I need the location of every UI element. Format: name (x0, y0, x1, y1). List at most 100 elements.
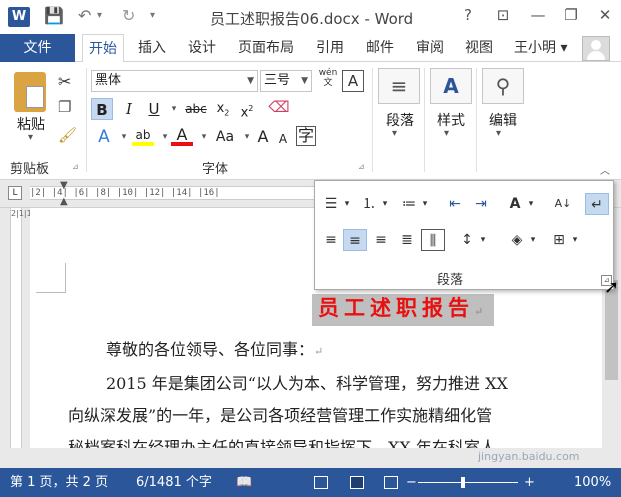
clear-formatting-icon[interactable]: ⌫ (268, 96, 290, 118)
avatar[interactable] (582, 36, 610, 61)
bullets-icon[interactable]: ☰ (319, 193, 343, 215)
zoom-slider-thumb[interactable] (461, 477, 465, 488)
numbering-icon[interactable]: ⒈ (357, 193, 381, 215)
text-direction-icon[interactable]: A (503, 193, 527, 215)
align-center-icon[interactable]: ≡ (343, 229, 367, 251)
minimize-button[interactable]: — (527, 6, 549, 24)
word-count[interactable]: 6/1481 个字 (136, 468, 212, 497)
shading-dropdown-icon[interactable]: ▾ (527, 229, 539, 251)
paragraph-greeting[interactable]: 尊敬的各位领导、各位同事：↵ (106, 336, 323, 360)
enclose-characters-icon[interactable]: 字 (296, 126, 316, 146)
increase-indent-icon[interactable]: ⇥ (469, 193, 493, 215)
zoom-slider[interactable] (418, 482, 518, 483)
bold-button[interactable]: B (91, 98, 113, 120)
web-layout-icon[interactable] (384, 476, 398, 489)
clipboard-launcher-icon[interactable]: ⊿ (72, 162, 79, 171)
styles-label[interactable]: 样式 (430, 110, 472, 130)
ribbon-display-button[interactable]: ⊡ (492, 6, 514, 24)
paragraph-line-2[interactable]: 向纵深发展”的一年，是公司各项经营管理工作实施精细化管 (68, 402, 492, 426)
bullets-dropdown-icon[interactable]: ▾ (341, 193, 353, 215)
paragraph-line-3[interactable]: 秘档案科在经理办主任的直接领导和指挥下，XX 年在科室人 (68, 434, 496, 448)
close-button[interactable]: ✕ (594, 6, 616, 24)
subscript-button[interactable]: x2 (212, 98, 234, 120)
underline-button[interactable]: U (143, 98, 165, 120)
borders-dropdown-icon[interactable]: ▾ (569, 229, 581, 251)
user-name[interactable]: 王小明 ▾ (514, 34, 567, 62)
restore-button[interactable]: ❐ (560, 6, 582, 24)
tab-references[interactable]: 引用 (316, 34, 344, 62)
distributed-icon[interactable]: ⫼ (421, 229, 445, 251)
proofing-icon[interactable]: 📖 (236, 468, 252, 497)
tab-review[interactable]: 审阅 (416, 34, 444, 62)
paragraph-label[interactable]: 段落 (380, 110, 420, 130)
collapse-ribbon-icon[interactable]: ︿ (600, 162, 610, 177)
paragraph-group-button[interactable]: ≡ (378, 68, 420, 104)
multilevel-dropdown-icon[interactable]: ▾ (419, 193, 431, 215)
paste-label[interactable]: 粘贴 (14, 114, 48, 134)
line-spacing-icon[interactable]: ↕ (455, 229, 479, 251)
zoom-in-button[interactable]: + (524, 468, 535, 497)
tab-home[interactable]: 开始 (82, 34, 124, 63)
tab-insert[interactable]: 插入 (138, 34, 166, 62)
numbering-dropdown-icon[interactable]: ▾ (379, 193, 391, 215)
text-direction-dropdown-icon[interactable]: ▾ (525, 193, 537, 215)
tab-mailings[interactable]: 邮件 (366, 34, 394, 62)
line-spacing-dropdown-icon[interactable]: ▾ (477, 229, 489, 251)
paste-icon[interactable] (14, 72, 46, 112)
read-mode-icon[interactable] (314, 476, 328, 489)
tab-file[interactable]: 文件 (0, 34, 75, 62)
page-count[interactable]: 第 1 页，共 2 页 (10, 468, 108, 497)
text-effects-icon[interactable]: A (93, 126, 115, 148)
superscript-button[interactable]: x2 (236, 98, 258, 120)
italic-button[interactable]: I (118, 98, 140, 120)
justify-icon[interactable]: ≣ (395, 229, 419, 251)
indent-marker-icon[interactable]: ▼ (60, 180, 68, 191)
mouse-cursor-icon: ➚ (604, 277, 620, 298)
paste-dropdown-icon[interactable]: ▾ (28, 132, 33, 143)
shading-icon[interactable]: ◈ (505, 229, 529, 251)
font-size-select[interactable]: 三号 ▼ (260, 70, 312, 92)
font-color-icon[interactable]: A (171, 124, 193, 146)
tab-design[interactable]: 设计 (188, 34, 216, 62)
grow-font-icon[interactable]: A (252, 126, 274, 148)
character-border-icon[interactable]: A (342, 70, 364, 92)
save-icon[interactable]: 💾 (44, 6, 64, 26)
hanging-indent-icon[interactable]: ▲ (60, 196, 68, 207)
borders-icon[interactable]: ⊞ (547, 229, 571, 251)
copy-icon[interactable]: ❐ (58, 98, 71, 116)
tab-selector-icon[interactable]: L (8, 186, 22, 200)
zoom-out-button[interactable]: − (406, 468, 417, 497)
editing-label[interactable]: 编辑 (482, 110, 524, 130)
document-title[interactable]: 员工述职报告↵ (312, 294, 495, 326)
multilevel-list-icon[interactable]: ≔ (397, 193, 421, 215)
shrink-font-icon[interactable]: A (272, 128, 294, 150)
chevron-down-icon[interactable]: ▾ (496, 128, 501, 139)
highlight-color-icon[interactable]: ab (132, 124, 154, 146)
customize-toolbar-icon[interactable]: ▾ (150, 6, 155, 26)
styles-button[interactable]: A (430, 68, 472, 104)
paragraph-line-1[interactable]: 2015 年是集团公司“以人为本、科学管理，努力推进 XX (106, 370, 508, 394)
format-painter-icon[interactable]: 🖌 (58, 126, 77, 144)
undo-dropdown-icon[interactable]: ▾ (97, 6, 102, 26)
status-bar: 第 1 页，共 2 页 6/1481 个字 📖 − + 100% jingyan… (0, 450, 621, 497)
undo-icon[interactable]: ↶ (78, 6, 91, 26)
align-left-icon[interactable]: ≡ (319, 229, 343, 251)
show-hide-marks-icon[interactable]: ↵ (585, 193, 609, 215)
strikethrough-button[interactable]: abc (182, 98, 210, 120)
cut-icon[interactable]: ✂ (58, 72, 71, 91)
chevron-down-icon[interactable]: ▾ (444, 128, 449, 139)
help-button[interactable]: ? (457, 6, 479, 24)
decrease-indent-icon[interactable]: ⇤ (443, 193, 467, 215)
zoom-level[interactable]: 100% (574, 468, 611, 497)
phonetic-guide-icon[interactable]: wén 文 (318, 68, 338, 88)
binoculars-icon[interactable]: ⚲ (482, 68, 524, 104)
font-launcher-icon[interactable]: ⊿ (358, 162, 365, 171)
font-name-select[interactable]: 黑体 ▼ (91, 70, 258, 92)
redo-icon[interactable]: ↻ (122, 6, 135, 26)
chevron-down-icon[interactable]: ▾ (392, 128, 397, 139)
align-right-icon[interactable]: ≡ (369, 229, 393, 251)
tab-view[interactable]: 视图 (465, 34, 493, 62)
sort-icon[interactable]: A↓ (551, 193, 575, 215)
tab-layout[interactable]: 页面布局 (238, 34, 294, 62)
print-layout-icon[interactable] (350, 476, 364, 489)
